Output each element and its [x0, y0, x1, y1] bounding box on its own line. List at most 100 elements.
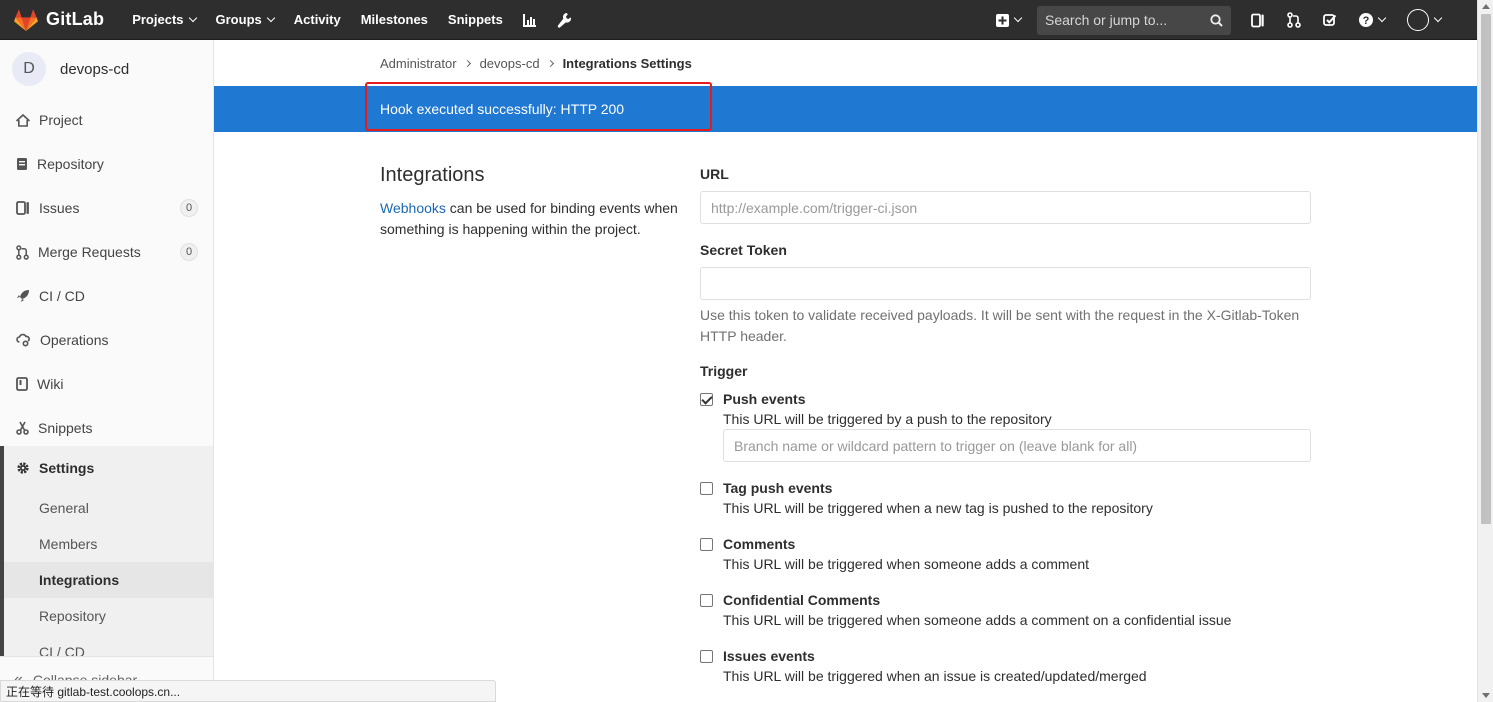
sidebar-item-operations[interactable]: Operations [0, 318, 213, 362]
tag-push-events-desc: This URL will be triggered when a new ta… [723, 500, 1153, 516]
breadcrumb-current[interactable]: Integrations Settings [563, 56, 692, 71]
confidential-comments-desc: This URL will be triggered when someone … [723, 612, 1232, 628]
cloud-gear-icon [16, 333, 30, 347]
nav-milestones-label: Milestones [360, 12, 428, 27]
question-icon: ? [1359, 13, 1373, 27]
nav-activity[interactable]: Activity [294, 12, 341, 27]
nav-projects-label: Projects [132, 12, 184, 27]
breadcrumb-administrator[interactable]: Administrator [380, 56, 457, 71]
nav-snippets[interactable]: Snippets [448, 12, 503, 27]
sidebar-item-wiki[interactable]: Wiki [0, 362, 213, 406]
sidebar-item-label: Merge Requests [38, 244, 141, 260]
url-label: URL [700, 166, 729, 182]
push-events-checkbox[interactable] [700, 393, 713, 406]
sidebar-item-label: Repository [37, 156, 104, 172]
settings-sub-repository[interactable]: Repository [4, 598, 213, 634]
secret-token-label: Secret Token [700, 242, 787, 258]
url-input[interactable] [700, 191, 1311, 224]
sidebar-item-merge-requests[interactable]: Merge Requests 0 [0, 230, 213, 274]
flash-message: Hook executed successfully: HTTP 200 [380, 101, 625, 117]
sidebar-item-settings[interactable]: Settings [0, 446, 213, 490]
comments-title: Comments [723, 536, 796, 552]
nav-milestones[interactable]: Milestones [361, 12, 428, 27]
sidebar-item-label: Snippets [38, 420, 93, 436]
chevron-down-icon [188, 13, 197, 22]
breadcrumb: Administrator devops-cd Integrations Set… [380, 56, 692, 71]
issues-events-desc: This URL will be triggered when an issue… [723, 668, 1147, 684]
chevron-down-icon [266, 13, 275, 22]
nav-snippets-label: Snippets [447, 12, 503, 27]
wrench-icon[interactable] [557, 12, 571, 28]
nav-activity-label: Activity [293, 12, 341, 27]
chevron-down-icon [1377, 13, 1387, 23]
push-events-title: Push events [723, 391, 806, 407]
issues-events-title: Issues events [723, 648, 815, 664]
merge-requests-count-badge: 0 [180, 243, 198, 261]
scroll-down-arrow-icon[interactable] [1482, 693, 1490, 698]
app-window: GitLab Projects Groups Activity Mileston… [0, 0, 1493, 702]
sidebar-item-label: Project [39, 112, 83, 128]
nav-projects[interactable]: Projects [132, 12, 197, 27]
project-avatar: D [12, 52, 46, 86]
sidebar-item-label: CI / CD [39, 288, 85, 304]
merge-request-nav-icon[interactable] [1287, 12, 1301, 28]
issues-events-checkbox[interactable] [700, 650, 713, 663]
issues-icon [16, 201, 29, 215]
svg-text:?: ? [1363, 15, 1370, 27]
secret-token-help: Use this token to validate received payl… [700, 307, 1300, 344]
sidebar-item-label: Wiki [37, 376, 64, 392]
scrollbar-thumb[interactable] [1481, 14, 1491, 524]
branch-filter-input[interactable] [723, 429, 1311, 462]
chevron-right-icon [463, 59, 471, 68]
settings-sub-members[interactable]: Members [4, 526, 213, 562]
user-avatar [1407, 9, 1429, 31]
sidebar-project-header[interactable]: D devops-cd [0, 40, 213, 98]
nav-groups[interactable]: Groups [216, 12, 275, 27]
sidebar-item-label: Operations [40, 332, 109, 348]
comments-checkbox[interactable] [700, 538, 713, 551]
nav-links: Projects Groups Activity Milestones Snip… [132, 0, 591, 40]
new-item-button[interactable] [996, 13, 1023, 27]
status-text: 正在等待 gitlab-test.coolops.cn... [6, 684, 181, 699]
sidebar-item-project[interactable]: Project [0, 98, 213, 142]
chevron-down-icon [1013, 13, 1023, 23]
browser-status-bar: 正在等待 gitlab-test.coolops.cn... [0, 680, 496, 702]
comments-desc: This URL will be triggered when someone … [723, 556, 1089, 572]
page-scrollbar[interactable] [1477, 0, 1493, 702]
search-input[interactable]: Search or jump to... [1037, 5, 1231, 35]
settings-sub-integrations[interactable]: Integrations [4, 562, 213, 598]
doc-icon [17, 158, 27, 170]
project-sidebar: D devops-cd Project Repository Issues 0 … [0, 40, 214, 702]
issues-nav-icon[interactable] [1251, 13, 1265, 28]
todo-icon[interactable] [1323, 13, 1337, 27]
tanuki-logo-icon [14, 8, 38, 31]
sidebar-item-ci-cd[interactable]: CI / CD [0, 274, 213, 318]
secret-token-input[interactable] [700, 267, 1311, 300]
chart-icon[interactable] [522, 13, 537, 27]
chevron-down-icon [1433, 13, 1443, 23]
settings-sub-general[interactable]: General [4, 490, 213, 526]
sidebar-item-repository[interactable]: Repository [0, 142, 213, 186]
gitlab-logo[interactable]: GitLab [14, 0, 104, 40]
brand-name: GitLab [46, 9, 105, 29]
top-navbar: GitLab Projects Groups Activity Mileston… [0, 0, 1477, 40]
sidebar-item-issues[interactable]: Issues 0 [0, 186, 213, 230]
sidebar-item-label: Issues [39, 200, 80, 216]
push-events-desc: This URL will be triggered by a push to … [723, 411, 1052, 427]
merge-request-icon [16, 244, 29, 260]
user-menu[interactable] [1407, 9, 1443, 31]
sidebar-item-snippets[interactable]: Snippets [0, 406, 213, 450]
navbar-right: Search or jump to... ? [996, 0, 1477, 40]
confidential-comments-checkbox[interactable] [700, 594, 713, 607]
intro-description: Webhooks can be used for binding events … [380, 198, 680, 240]
plus-square-icon [996, 13, 1009, 27]
help-button[interactable]: ? [1359, 13, 1387, 27]
scroll-up-arrow-icon[interactable] [1482, 4, 1490, 9]
breadcrumb-project[interactable]: devops-cd [480, 56, 540, 71]
page-title: Integrations [380, 164, 485, 186]
webhooks-link[interactable]: Webhooks [380, 200, 446, 216]
tag-push-events-checkbox[interactable] [700, 482, 713, 495]
gear-icon [17, 462, 29, 474]
search-icon [1210, 13, 1223, 27]
home-icon [16, 113, 30, 127]
